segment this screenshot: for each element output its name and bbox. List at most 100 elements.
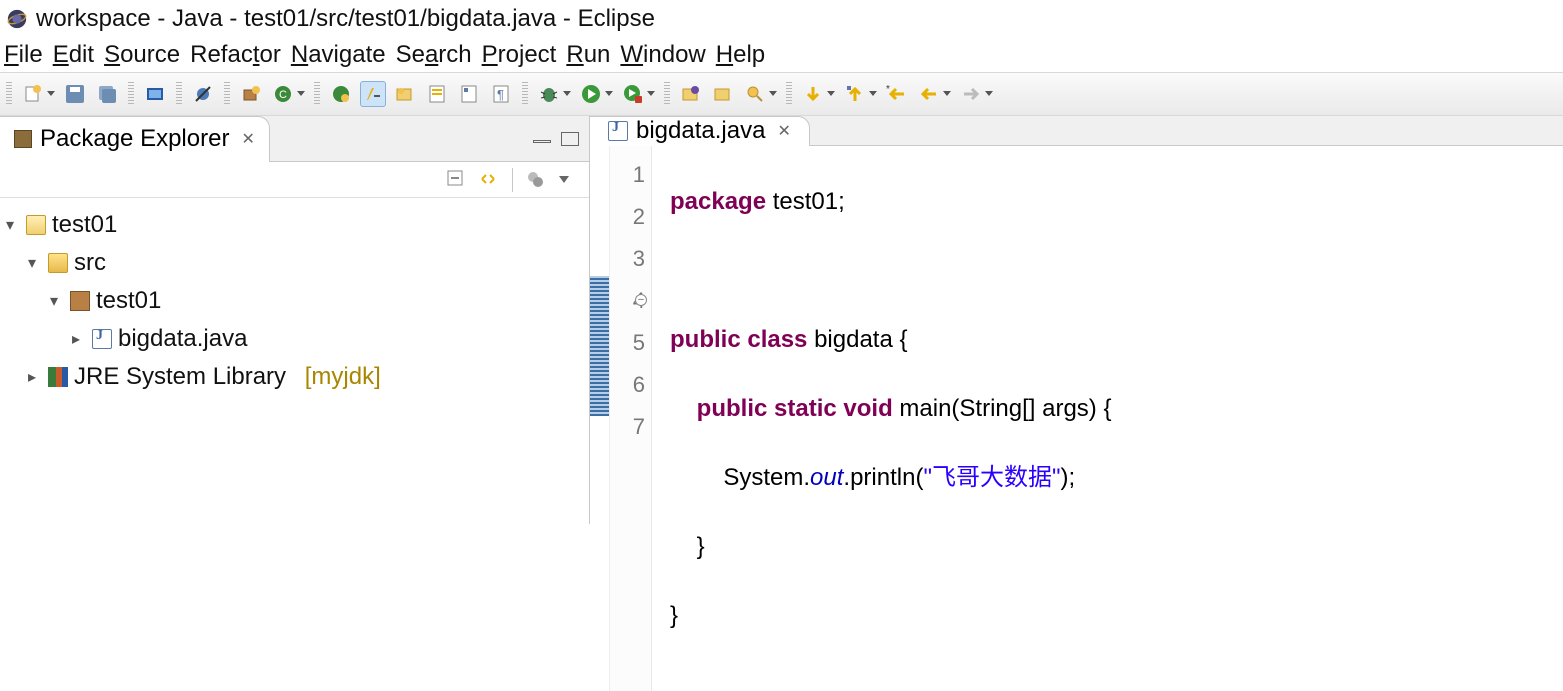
- menu-project[interactable]: Project: [482, 41, 557, 69]
- close-icon[interactable]: ✕: [777, 121, 790, 141]
- minimize-icon[interactable]: [533, 140, 551, 143]
- tree-project[interactable]: ▾ test01: [6, 206, 583, 244]
- open-resource-button[interactable]: [710, 81, 736, 107]
- project-tree[interactable]: ▾ test01 ▾ src ▾ test01 ▸ bigdata.java ▸: [0, 198, 589, 404]
- window-title: workspace - Java - test01/src/test01/big…: [36, 5, 655, 33]
- new-java-package-button[interactable]: [238, 81, 264, 107]
- close-icon[interactable]: ✕: [241, 129, 254, 149]
- debug-button[interactable]: [536, 81, 562, 107]
- toolbar-grip[interactable]: [786, 82, 792, 106]
- line-number: 2: [610, 196, 645, 238]
- editor-tab-title: bigdata.java: [636, 117, 765, 145]
- menu-source[interactable]: Source: [104, 41, 180, 69]
- title-bar: workspace - Java - test01/src/test01/big…: [0, 0, 1563, 38]
- java-file-button[interactable]: [424, 81, 450, 107]
- chevron-right-icon[interactable]: ▸: [72, 329, 86, 349]
- package-explorer-tab[interactable]: Package Explorer ✕: [0, 116, 270, 161]
- line-number: 6: [610, 364, 645, 406]
- new-button[interactable]: [20, 81, 46, 107]
- java-file-icon: [608, 121, 628, 141]
- run-button[interactable]: [578, 81, 604, 107]
- menu-edit[interactable]: Edit: [53, 41, 94, 69]
- change-ruler: [590, 276, 609, 416]
- back-button[interactable]: [916, 81, 942, 107]
- tree-jre[interactable]: ▸ JRE System Library [myjdk]: [6, 358, 583, 396]
- svg-text:¶: ¶: [497, 87, 504, 102]
- menu-refactor[interactable]: Refactor: [190, 41, 281, 69]
- tree-src-label: src: [74, 249, 106, 277]
- editor-tabs: bigdata.java ✕: [590, 116, 1563, 146]
- code-area[interactable]: package test01; public class bigdata { p…: [652, 146, 1563, 691]
- run-external-button[interactable]: [620, 81, 646, 107]
- next-annotation-button[interactable]: [800, 81, 826, 107]
- toolbar-grip[interactable]: [6, 82, 12, 106]
- menu-bar: File Edit Source Refactor Navigate Searc…: [0, 38, 1563, 72]
- save-button[interactable]: [62, 81, 88, 107]
- marker-column[interactable]: [590, 146, 610, 691]
- switch-editor-button[interactable]: [142, 81, 168, 107]
- tree-src[interactable]: ▾ src: [6, 244, 583, 282]
- toolbar-grip[interactable]: [128, 82, 134, 106]
- line-number-gutter[interactable]: 1 2 3 4– 5 6 7: [610, 146, 652, 691]
- menu-file[interactable]: File: [4, 41, 43, 69]
- tree-package[interactable]: ▾ test01: [6, 282, 583, 320]
- tree-jre-suffix: [myjdk]: [305, 363, 381, 391]
- new-java-class-button[interactable]: C: [270, 81, 296, 107]
- menu-search[interactable]: Search: [396, 41, 472, 69]
- collapse-all-icon[interactable]: [446, 169, 468, 191]
- package-icon: [70, 291, 90, 311]
- last-edit-location-button[interactable]: *: [884, 81, 910, 107]
- toolbar-grip[interactable]: [314, 82, 320, 106]
- link-with-editor-icon[interactable]: [478, 169, 500, 191]
- skip-breakpoints-button[interactable]: [190, 81, 216, 107]
- separator: [512, 168, 513, 192]
- chevron-down-icon[interactable]: ▾: [28, 253, 42, 273]
- tree-java-file[interactable]: ▸ bigdata.java: [6, 320, 583, 358]
- tree-package-label: test01: [96, 287, 161, 315]
- menu-help[interactable]: Help: [716, 41, 765, 69]
- line-number: 5: [610, 322, 645, 364]
- toolbar-grip[interactable]: [224, 82, 230, 106]
- save-all-button[interactable]: [94, 81, 120, 107]
- toolbar-grip[interactable]: [176, 82, 182, 106]
- java-element-button[interactable]: [456, 81, 482, 107]
- menu-navigate[interactable]: Navigate: [291, 41, 386, 69]
- toolbar-grip[interactable]: [522, 82, 528, 106]
- toolbar-grip[interactable]: [664, 82, 670, 106]
- editor-panel: bigdata.java ✕ 1 2 3 4– 5 6 7 package te…: [590, 116, 1563, 524]
- chevron-right-icon[interactable]: ▸: [28, 367, 42, 387]
- tree-java-file-label: bigdata.java: [118, 325, 247, 353]
- focus-on-task-icon[interactable]: [525, 169, 547, 191]
- line-number: 1: [610, 154, 645, 196]
- previous-annotation-button[interactable]: [842, 81, 868, 107]
- package-explorer-title: Package Explorer: [40, 125, 229, 153]
- workspace: Package Explorer ✕ ▾ test01 ▾: [0, 116, 1563, 524]
- open-type-button[interactable]: [328, 81, 354, 107]
- project-icon: [26, 215, 46, 235]
- chevron-down-icon[interactable]: ▾: [6, 215, 20, 235]
- new-java-project-button[interactable]: [392, 81, 418, 107]
- forward-button[interactable]: [958, 81, 984, 107]
- java-file-icon: [92, 329, 112, 349]
- toggle-mark-occurrences-button[interactable]: [360, 81, 386, 107]
- source-folder-icon: [48, 253, 68, 273]
- fold-icon[interactable]: –: [635, 294, 647, 306]
- menu-window[interactable]: Window: [620, 41, 705, 69]
- line-number: 3: [610, 238, 645, 280]
- library-icon: [48, 367, 68, 387]
- maximize-icon[interactable]: [561, 132, 579, 146]
- open-task-button[interactable]: [678, 81, 704, 107]
- menu-run[interactable]: Run: [566, 41, 610, 69]
- view-menu-icon[interactable]: [557, 169, 579, 191]
- svg-text:*: *: [886, 84, 890, 95]
- line-number: 4–: [610, 280, 645, 322]
- editor-tab-bigdata[interactable]: bigdata.java ✕: [590, 116, 810, 145]
- chevron-down-icon[interactable]: ▾: [50, 291, 64, 311]
- tree-icon: [14, 130, 32, 148]
- package-explorer-toolbar: [0, 162, 589, 198]
- search-button[interactable]: [742, 81, 768, 107]
- show-whitespace-button[interactable]: ¶: [488, 81, 514, 107]
- editor-body: 1 2 3 4– 5 6 7 package test01; public cl…: [590, 146, 1563, 691]
- svg-text:C: C: [279, 89, 287, 101]
- package-explorer-panel: Package Explorer ✕ ▾ test01 ▾: [0, 116, 590, 524]
